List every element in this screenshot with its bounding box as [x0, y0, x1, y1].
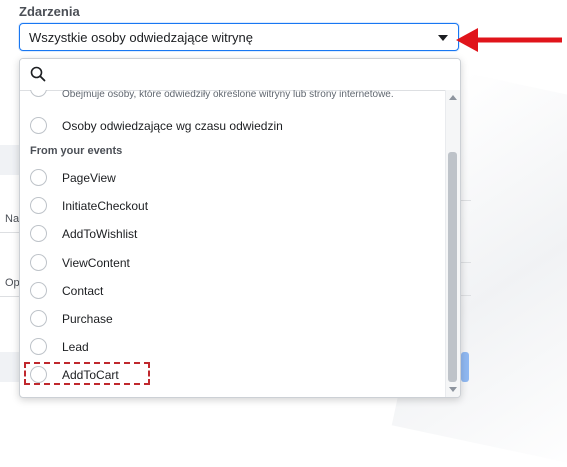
option-event[interactable]: PageView — [20, 164, 446, 192]
scrollbar[interactable] — [445, 90, 460, 397]
red-arrow-left-icon — [456, 28, 562, 52]
background-divider — [0, 232, 19, 233]
background-bar — [0, 352, 19, 382]
option-event[interactable]: Contact — [20, 277, 446, 305]
events-section-label: Zdarzenia — [19, 4, 80, 19]
option-specific-pages[interactable]: Obejmuje osoby, które odwiedziły określo… — [20, 90, 446, 108]
radio-button[interactable] — [30, 310, 47, 327]
scrollbar-thumb[interactable] — [448, 152, 457, 382]
background-divider — [461, 295, 471, 296]
options-list: Obejmuje osoby, które odwiedziły określo… — [20, 90, 446, 397]
option-label: Osoby odwiedzające wg czasu odwiedzin — [62, 119, 283, 133]
background-label-na: Na — [5, 213, 20, 225]
group-header-events: From your events — [30, 145, 123, 157]
audience-select[interactable]: Wszystkie osoby odwiedzające witrynę — [19, 23, 459, 51]
option-label: Purchase — [62, 312, 113, 326]
radio-button[interactable] — [30, 197, 47, 215]
background-divider — [461, 262, 471, 263]
option-event[interactable]: AddToWishlist — [20, 220, 446, 248]
option-label: ViewContent — [62, 255, 130, 270]
option-label: AddToWishlist — [62, 227, 138, 242]
option-label: InitiateCheckout — [62, 199, 149, 214]
search-input[interactable] — [50, 64, 452, 86]
option-event[interactable]: Lead — [20, 333, 446, 361]
dropdown-search — [20, 59, 460, 91]
option-event[interactable]: Purchase — [20, 305, 446, 333]
radio-button[interactable] — [30, 169, 47, 186]
option-label: Contact — [62, 283, 104, 298]
radio-button[interactable] — [30, 253, 47, 271]
highlight-box-addtocart — [24, 362, 150, 385]
option-description: Obejmuje osoby, które odwiedziły określo… — [62, 90, 394, 100]
option-label: Lead — [62, 340, 89, 355]
background-panel — [0, 145, 19, 175]
scroll-down-icon[interactable] — [449, 387, 457, 392]
radio-button[interactable] — [30, 90, 47, 97]
radio-button[interactable] — [30, 338, 47, 356]
radio-button[interactable] — [30, 117, 47, 134]
option-label: PageView — [62, 171, 116, 185]
search-icon — [30, 66, 46, 82]
scroll-up-icon[interactable] — [449, 95, 457, 100]
radio-button[interactable] — [30, 281, 47, 299]
audience-dropdown: Obejmuje osoby, które odwiedziły określo… — [19, 58, 461, 398]
background-divider — [0, 296, 19, 297]
option-event[interactable]: InitiateCheckout — [20, 192, 446, 220]
background-label-op: Op — [5, 277, 20, 289]
option-time-spent[interactable]: Osoby odwiedzające wg czasu odwiedzin — [20, 112, 446, 140]
background-divider — [461, 200, 471, 201]
audience-select-value: Wszystkie osoby odwiedzające witrynę — [29, 30, 253, 45]
caret-down-icon — [438, 35, 448, 41]
option-event[interactable]: ViewContent — [20, 249, 446, 277]
background-button — [461, 352, 469, 382]
radio-button[interactable] — [30, 225, 47, 243]
